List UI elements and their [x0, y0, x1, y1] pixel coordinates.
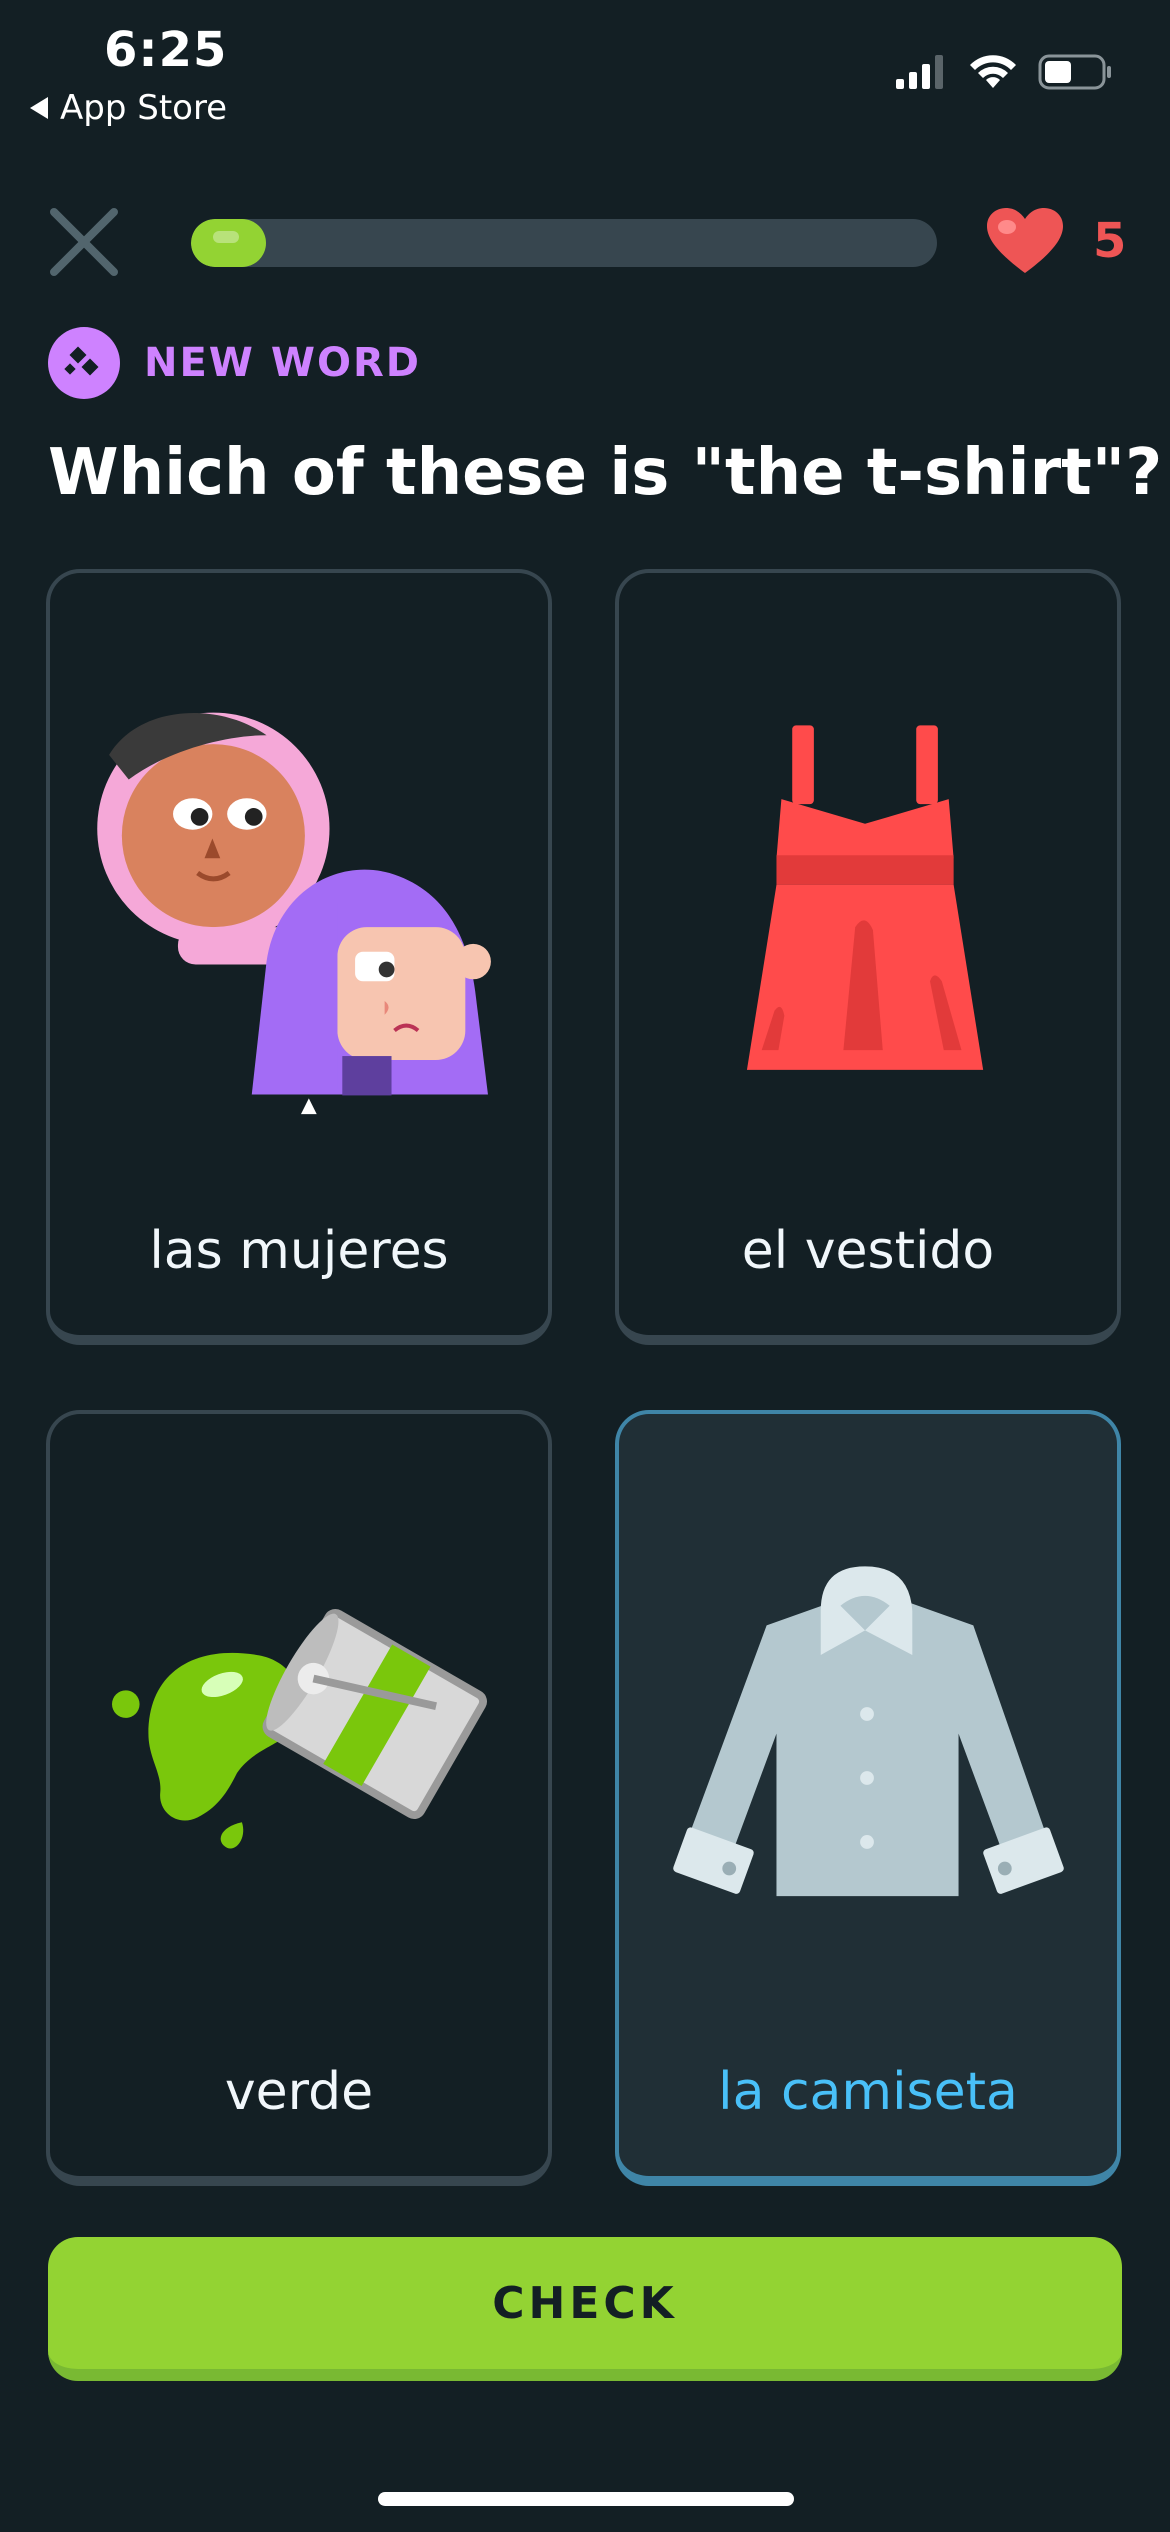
- choice-card-la-camiseta[interactable]: la camiseta: [615, 1410, 1121, 2186]
- status-icons: [896, 54, 1114, 90]
- status-time: 6:25: [104, 22, 228, 78]
- dress-illustration: [746, 725, 984, 1070]
- choice-card-el-vestido[interactable]: el vestido: [615, 569, 1121, 1345]
- cellular-signal-icon: [896, 55, 943, 89]
- choice-label: el vestido: [741, 1221, 995, 1281]
- back-to-app-store-link[interactable]: App Store: [30, 88, 227, 128]
- choice-card-las-mujeres[interactable]: las mujeres: [46, 569, 552, 1345]
- home-indicator[interactable]: [378, 2492, 794, 2506]
- hearts-counter[interactable]: 5: [985, 207, 1126, 275]
- check-button[interactable]: CHECK: [48, 2237, 1122, 2381]
- choice-label: verde: [224, 2062, 374, 2122]
- back-triangle-icon: [30, 97, 48, 119]
- hearts-count: 5: [1093, 213, 1127, 269]
- choice-card-verde[interactable]: verde: [46, 1410, 552, 2186]
- new-word-tag: NEW WORD: [48, 327, 421, 399]
- choice-label: las mujeres: [149, 1221, 449, 1281]
- new-word-icon: [48, 327, 120, 399]
- close-button[interactable]: [48, 206, 120, 278]
- shirt-illustration: [673, 1566, 1064, 1897]
- question-prompt: Which of these is "the t-shirt"?: [48, 436, 1163, 510]
- check-button-label: CHECK: [492, 2277, 678, 2329]
- wifi-icon: [970, 55, 1016, 88]
- new-word-label: NEW WORD: [144, 340, 421, 386]
- heart-icon: [987, 208, 1063, 273]
- progress-fill: [191, 219, 266, 267]
- choice-label: la camiseta: [718, 2062, 1018, 2122]
- progress-bar: [191, 219, 937, 267]
- green-paint-illustration: [112, 1608, 487, 1849]
- back-label: App Store: [60, 88, 228, 128]
- close-icon: [50, 208, 118, 276]
- women-illustration: [97, 712, 491, 1115]
- battery-icon: [1038, 54, 1111, 90]
